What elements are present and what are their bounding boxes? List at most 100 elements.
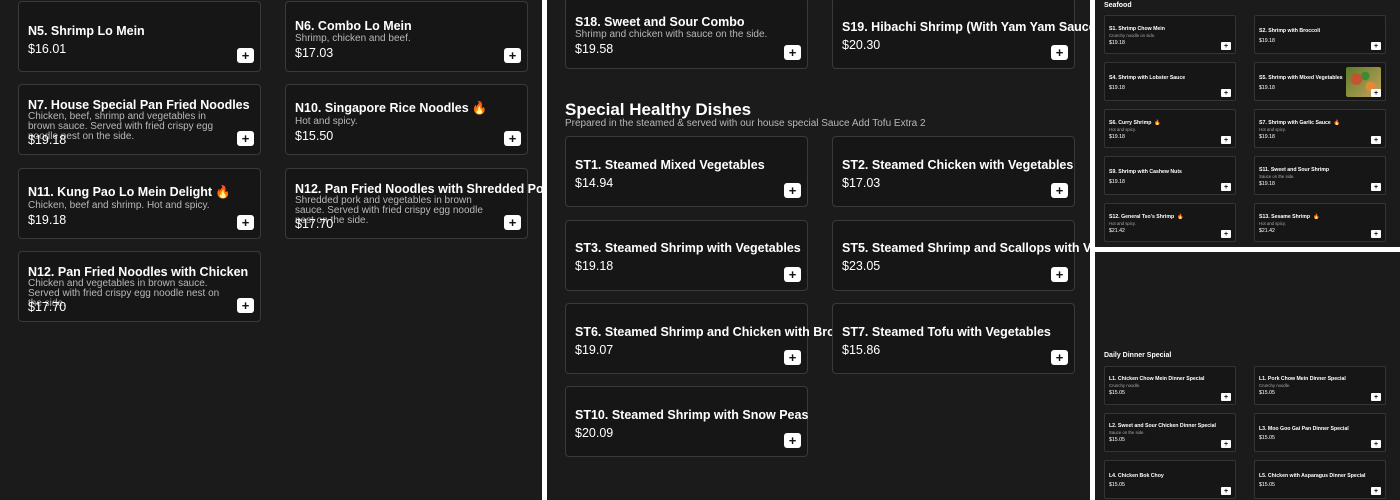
add-item-button[interactable]: + — [784, 433, 801, 448]
menu-item-card[interactable]: S9. Shrimp with Cashew Nuts $19.18 + — [1104, 156, 1236, 195]
add-item-button[interactable]: + — [504, 215, 521, 230]
add-item-button[interactable]: + — [1371, 42, 1381, 50]
item-name-text: S13. Sesame Shrimp — [1259, 214, 1311, 220]
add-item-button[interactable]: + — [1051, 45, 1068, 60]
healthy-dishes-panel: S18. Sweet and Sour Combo Shrimp and chi… — [547, 0, 1090, 500]
menu-item-card[interactable]: N12. Pan Fried Noodles with Shredded Por… — [285, 168, 542, 239]
add-item-button[interactable]: + — [784, 45, 801, 60]
menu-item-card[interactable]: S18. Sweet and Sour Combo Shrimp and chi… — [565, 0, 808, 69]
add-item-button[interactable]: + — [237, 215, 254, 230]
item-price: $15.05 — [1109, 437, 1125, 443]
menu-item-card[interactable]: L4. Chicken Bok Choy $15.05 + — [1104, 460, 1236, 499]
add-item-button[interactable]: + — [237, 298, 254, 313]
add-item-button[interactable]: + — [237, 131, 254, 146]
item-price: $19.18 — [1109, 134, 1125, 140]
item-name: L4. Chicken Bok Choy — [1109, 473, 1164, 479]
add-item-button[interactable]: + — [1221, 440, 1231, 448]
add-item-button[interactable]: + — [504, 48, 521, 63]
add-item-button[interactable]: + — [1221, 230, 1231, 238]
menu-item-card[interactable]: ST5. Steamed Shrimp and Scallops with Ve… — [832, 220, 1090, 291]
item-name: N10. Singapore Rice Noodles 🔥 — [295, 101, 487, 116]
menu-item-card[interactable]: L2. Sweet and Sour Chicken Dinner Specia… — [1104, 413, 1236, 452]
item-name-text: S12. General Tso's Shrimp — [1109, 214, 1175, 220]
menu-item-card[interactable]: N12. Pan Fried Noodles with Chicken Chic… — [18, 251, 261, 322]
menu-item-card[interactable]: ST10. Steamed Shrimp with Snow Peas $20.… — [565, 386, 808, 457]
section-title: Special Healthy Dishes — [565, 100, 752, 119]
add-item-button[interactable]: + — [1371, 440, 1381, 448]
add-item-button[interactable]: + — [1051, 183, 1068, 198]
add-item-button[interactable]: + — [1371, 89, 1381, 97]
menu-item-card[interactable]: N10. Singapore Rice Noodles 🔥 Hot and spi… — [285, 84, 528, 155]
item-name: L1. Chicken Chow Mein Dinner Special — [1109, 376, 1205, 382]
menu-item-card[interactable]: N7. House Special Pan Fried Noodles Chic… — [18, 84, 261, 155]
spicy-icon: 🔥 — [1154, 120, 1161, 126]
add-item-button[interactable]: + — [1221, 42, 1231, 50]
menu-item-card[interactable]: S11. Sweet and Sour Shrimp Sauce on the … — [1254, 156, 1386, 195]
menu-item-card[interactable]: S4. Shrimp with Lobster Sauce $19.18 + — [1104, 62, 1236, 101]
menu-item-card[interactable]: ST2. Steamed Chicken with Vegetables $17… — [832, 136, 1075, 207]
menu-item-card[interactable]: N6. Combo Lo Mein Shrimp, chicken and be… — [285, 1, 528, 72]
add-item-button[interactable]: + — [1371, 183, 1381, 191]
item-name: S7. Shrimp with Garlic Sauce 🔥 — [1259, 120, 1340, 126]
item-description: Shrimp, chicken and beef. — [295, 33, 411, 44]
menu-item-card[interactable]: S6. Curry Shrimp 🔥 Hot and spicy. $19.18 … — [1104, 109, 1236, 148]
item-price: $17.03 — [295, 46, 334, 60]
add-item-button[interactable]: + — [1371, 136, 1381, 144]
item-description: Crunchy noodle on side. — [1109, 33, 1156, 38]
add-item-button[interactable]: + — [1221, 487, 1231, 495]
menu-item-card[interactable]: ST1. Steamed Mixed Vegetables $14.94 + — [565, 136, 808, 207]
add-item-button[interactable]: + — [1221, 183, 1231, 191]
dinner-special-panel: Daily Dinner Special L1. Chicken Chow Me… — [1095, 252, 1400, 500]
menu-item-card[interactable]: ST6. Steamed Shrimp and Chicken with Bro… — [565, 303, 863, 374]
menu-item-card[interactable]: L1. Pork Chow Mein Dinner Special Crunch… — [1254, 366, 1386, 405]
add-item-button[interactable]: + — [1051, 350, 1068, 365]
spicy-icon: 🔥 — [1177, 214, 1184, 220]
item-price: $15.05 — [1259, 482, 1275, 488]
menu-item-card[interactable]: S13. Sesame Shrimp 🔥 Hot and spicy. $21.4… — [1254, 203, 1386, 242]
add-item-button[interactable]: + — [504, 131, 521, 146]
menu-item-card[interactable]: S5. Shrimp with Mixed Vegetables $19.18 … — [1254, 62, 1386, 101]
menu-item-card[interactable]: L3. Moo Goo Gai Pan Dinner Special $15.0… — [1254, 413, 1386, 452]
add-item-button[interactable]: + — [237, 48, 254, 63]
add-item-button[interactable]: + — [1221, 393, 1231, 401]
item-name: N12. Pan Fried Noodles with Shredded Por… — [295, 182, 542, 196]
add-item-button[interactable]: + — [1371, 230, 1381, 238]
item-name: ST7. Steamed Tofu with Vegetables — [842, 325, 1051, 339]
item-name: S2. Shrimp with Broccoli — [1259, 28, 1321, 34]
add-item-button[interactable]: + — [784, 267, 801, 282]
menu-item-card[interactable]: S19. Hibachi Shrimp (With Yam Yam Sauce)… — [832, 0, 1090, 69]
item-name: N11. Kung Pao Lo Mein Delight 🔥 — [28, 185, 231, 200]
menu-item-card[interactable]: ST3. Steamed Shrimp with Vegetables $19.… — [565, 220, 808, 291]
noodles-menu-panel: N5. Shrimp Lo Mein $16.01 + N6. Combo Lo… — [0, 0, 542, 500]
menu-item-card[interactable]: N11. Kung Pao Lo Mein Delight 🔥 Chicken, … — [18, 168, 261, 239]
item-name: S6. Curry Shrimp 🔥 — [1109, 120, 1161, 126]
item-name: ST5. Steamed Shrimp and Scallops with Ve… — [842, 241, 1090, 255]
add-item-button[interactable]: + — [1221, 136, 1231, 144]
menu-item-card[interactable]: L1. Chicken Chow Mein Dinner Special Cru… — [1104, 366, 1236, 405]
menu-item-card[interactable]: S12. General Tso's Shrimp 🔥 Hot and spicy… — [1104, 203, 1236, 242]
item-name: S18. Sweet and Sour Combo — [575, 15, 745, 29]
item-price: $15.05 — [1259, 390, 1275, 396]
menu-item-card[interactable]: S2. Shrimp with Broccoli $19.18 + — [1254, 15, 1386, 54]
menu-item-card[interactable]: N5. Shrimp Lo Mein $16.01 + — [18, 1, 261, 72]
item-name: N12. Pan Fried Noodles with Chicken — [28, 265, 249, 279]
item-description: Hot and spicy. — [295, 116, 358, 127]
add-item-button[interactable]: + — [1371, 487, 1381, 495]
item-price: $20.30 — [842, 38, 881, 52]
add-item-button[interactable]: + — [1051, 267, 1068, 282]
menu-item-card[interactable]: S7. Shrimp with Garlic Sauce 🔥 Hot and sp… — [1254, 109, 1386, 148]
add-item-button[interactable]: + — [784, 183, 801, 198]
item-price: $19.18 — [1109, 85, 1125, 91]
item-name: S12. General Tso's Shrimp 🔥 — [1109, 214, 1184, 220]
add-item-button[interactable]: + — [784, 350, 801, 365]
menu-item-card[interactable]: L5. Chicken with Asparagus Dinner Specia… — [1254, 460, 1386, 499]
menu-item-card[interactable]: ST7. Steamed Tofu with Vegetables $15.86… — [832, 303, 1075, 374]
item-price: $19.18 — [1259, 134, 1275, 140]
section-title: Daily Dinner Special — [1104, 352, 1172, 359]
menu-item-card[interactable]: S1. Shrimp Chow Mein Crunchy noodle on s… — [1104, 15, 1236, 54]
add-item-button[interactable]: + — [1371, 393, 1381, 401]
add-item-button[interactable]: + — [1221, 89, 1231, 97]
item-price: $19.18 — [1259, 38, 1275, 44]
item-price: $16.01 — [28, 42, 67, 56]
item-price: $19.18 — [575, 259, 614, 273]
